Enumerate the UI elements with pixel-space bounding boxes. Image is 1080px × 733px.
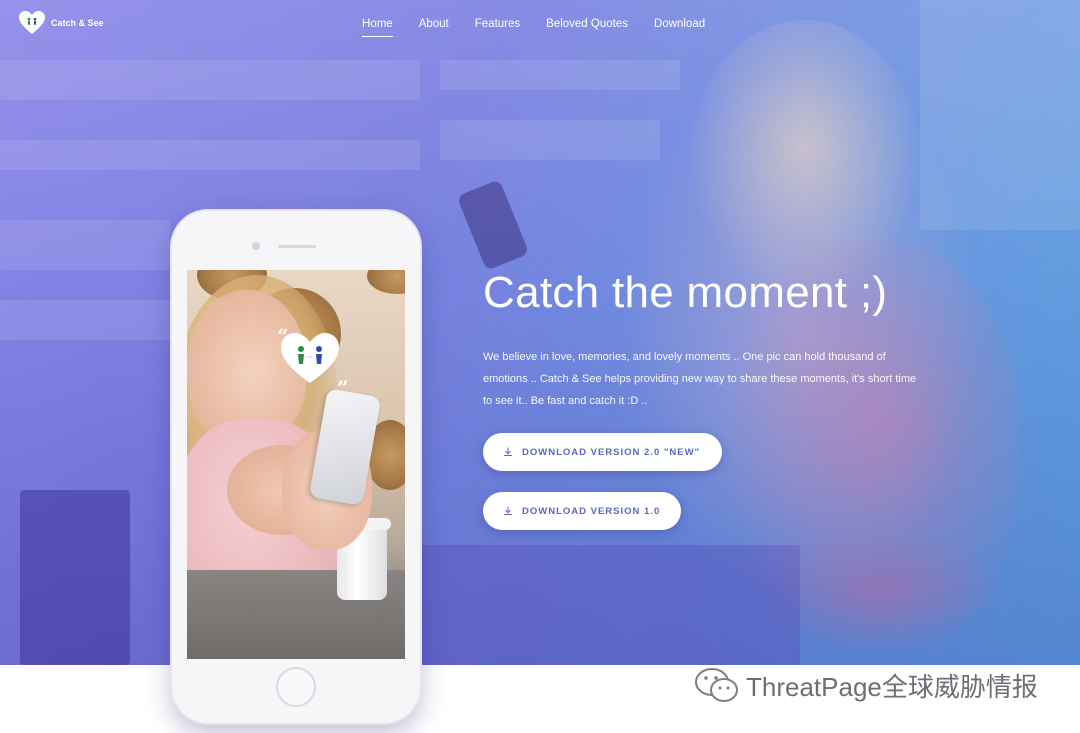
heart-logo-icon [18,10,46,36]
phone-screen-photo: “ ” [187,270,405,659]
background-shelf [0,220,170,270]
nav-item-download[interactable]: Download [654,18,705,37]
background-shelf [0,60,420,100]
phone-speaker [278,245,316,248]
hero-description: We believe in love, memories, and lovely… [483,351,917,407]
download-v2-button[interactable]: DOWNLOAD VERSION 2.0 "NEW" [483,433,722,471]
download-icon [504,447,512,456]
background-phone [456,179,530,271]
background-shelf [440,120,660,160]
phone-camera [252,242,260,250]
nav-item-features[interactable]: Features [475,18,520,37]
main-nav: Home About Features Beloved Quotes Downl… [362,18,731,37]
hero-section: Catch & See Home About Features Beloved … [0,0,1080,665]
background-shelf [0,300,170,340]
nav-item-beloved-quotes[interactable]: Beloved Quotes [546,18,628,37]
brand-logo[interactable]: Catch & See [18,10,104,36]
download-v1-label: DOWNLOAD VERSION 1.0 [522,505,661,517]
background-chair [20,490,130,665]
wechat-icon [695,668,738,702]
download-icon [504,506,512,515]
phone-home-button [276,667,316,707]
wall-decor [367,270,405,294]
hero-headline: Catch the moment ;) [483,268,888,317]
download-v1-button[interactable]: DOWNLOAD VERSION 1.0 [483,492,681,530]
background-shelf [440,60,680,90]
watermark: ThreatPage全球威胁情报 [694,666,1038,704]
nav-item-home[interactable]: Home [362,18,393,37]
background-shelf [0,140,420,170]
phone-mockup: “ ” [172,211,420,723]
nav-item-about[interactable]: About [419,18,449,37]
quote-close-mark: ” [337,376,349,400]
brand-name: Catch & See [51,18,104,28]
heart-people-icon [281,333,339,383]
background-window [920,0,1080,230]
watermark-text: ThreatPage全球威胁情报 [746,671,1038,702]
download-v2-label: DOWNLOAD VERSION 2.0 "NEW" [522,446,701,458]
